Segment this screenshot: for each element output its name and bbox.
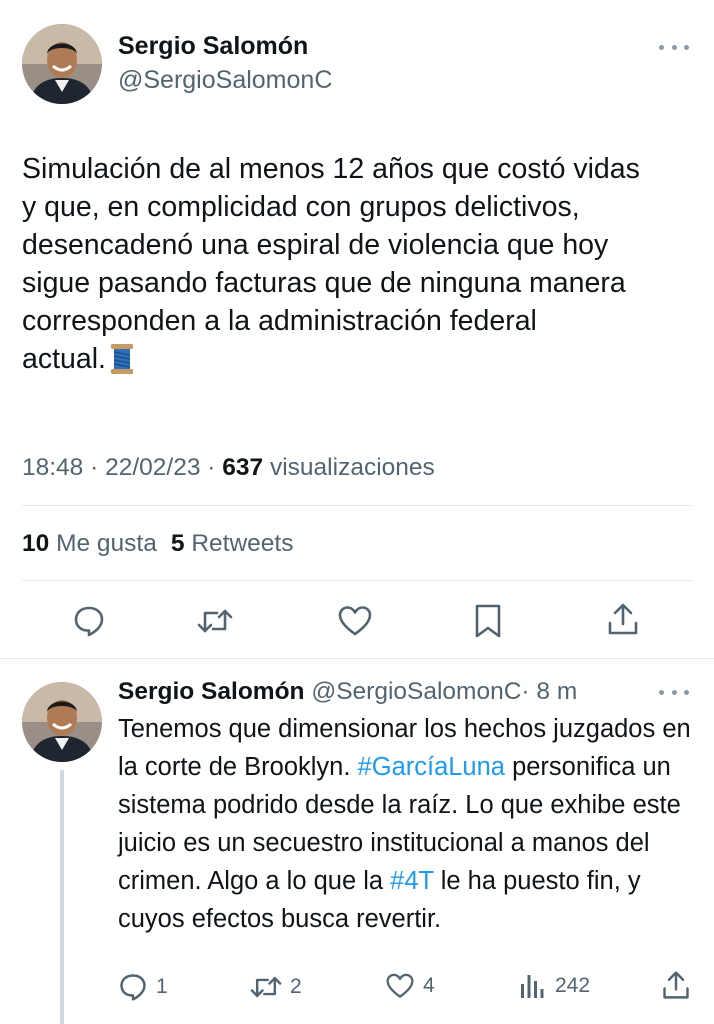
author-name[interactable]: Sergio Salomón <box>118 32 308 61</box>
more-options-icon[interactable] <box>659 41 689 53</box>
reply-text: Tenemos que dimensionar los hechos juzga… <box>118 710 708 938</box>
reply-share-button[interactable] <box>661 970 699 1000</box>
meta-separator: · <box>90 454 99 481</box>
reply-header: Sergio Salomón @SergioSalomonC· 8 m <box>118 678 577 706</box>
reply-like-button[interactable]: 4 <box>385 972 435 1000</box>
author-avatar[interactable] <box>22 24 102 104</box>
share-icon <box>663 971 689 999</box>
retweets-stat[interactable]: 5 Retweets <box>171 530 294 557</box>
divider <box>22 505 692 506</box>
retweets-label: Retweets <box>191 530 294 557</box>
tweet-time[interactable]: 18:48 <box>22 454 83 481</box>
likes-label: Me gusta <box>56 530 157 557</box>
author-handle[interactable]: @SergioSalomonC <box>118 66 332 95</box>
reply-author-handle[interactable]: @SergioSalomonC <box>311 678 521 705</box>
tweet-separator <box>0 658 714 659</box>
bookmark-icon[interactable] <box>473 603 507 638</box>
reply-count: 1 <box>156 975 168 998</box>
reply-views-button[interactable]: 242 <box>519 972 590 1000</box>
like-count: 4 <box>423 974 435 997</box>
thread-line <box>60 770 64 1024</box>
retweet-count: 2 <box>290 975 302 998</box>
retweet-icon <box>250 976 282 998</box>
likes-count: 10 <box>22 530 50 557</box>
reply-author-name[interactable]: Sergio Salomón <box>118 678 305 705</box>
reply-reply-button[interactable]: 1 <box>118 972 168 1002</box>
reply-retweet-button[interactable]: 2 <box>250 972 302 1002</box>
reply-icon[interactable] <box>72 604 106 638</box>
heart-icon <box>386 973 414 998</box>
spool-of-thread-icon <box>110 344 134 384</box>
tweet-meta: 18:48 · 22/02/23 · 637 visualizaciones <box>22 454 435 482</box>
views-icon <box>521 975 544 998</box>
meta-separator: · <box>207 454 216 481</box>
hashtag-link[interactable]: #4T <box>390 867 433 895</box>
share-icon[interactable] <box>606 602 640 636</box>
retweet-icon[interactable] <box>197 604 233 638</box>
engagement-stats: 10 Me gusta 5 Retweets <box>22 530 293 558</box>
retweets-count: 5 <box>170 530 185 557</box>
tweet-date[interactable]: 22/02/23 <box>105 454 200 481</box>
tweet-text: Simulación de al menos 12 años que costó… <box>22 150 702 384</box>
views-count: 637 <box>222 454 264 481</box>
reply-author-avatar[interactable] <box>22 682 102 762</box>
hashtag-link[interactable]: #GarcíaLuna <box>358 753 505 781</box>
views-label: visualizaciones <box>269 454 435 481</box>
views-count: 242 <box>555 974 591 997</box>
divider <box>22 580 692 581</box>
reply-time[interactable]: · 8 m <box>521 678 577 705</box>
likes-stat[interactable]: 10 Me gusta <box>22 530 157 557</box>
reply-icon <box>120 974 146 1001</box>
reply-more-options-icon[interactable] <box>659 686 689 698</box>
heart-icon[interactable] <box>337 604 372 638</box>
tweet-body: Simulación de al menos 12 años que costó… <box>22 153 640 375</box>
